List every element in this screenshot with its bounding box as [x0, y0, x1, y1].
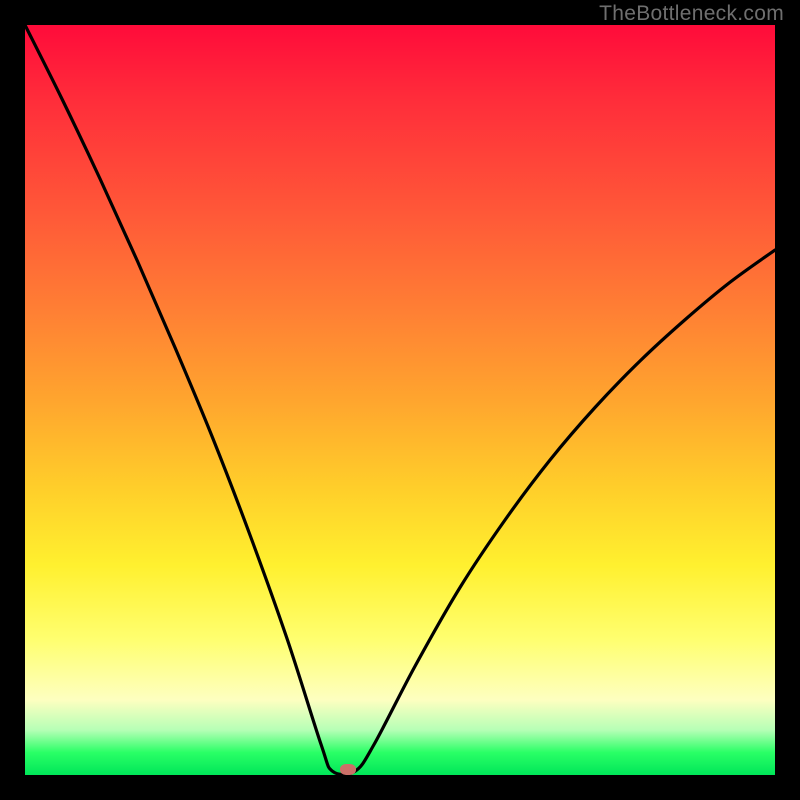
watermark-text: TheBottleneck.com	[599, 2, 784, 26]
plot-area	[25, 25, 775, 775]
chart-frame: TheBottleneck.com	[0, 0, 800, 800]
optimal-marker	[340, 764, 356, 775]
bottleneck-curve	[25, 25, 775, 775]
